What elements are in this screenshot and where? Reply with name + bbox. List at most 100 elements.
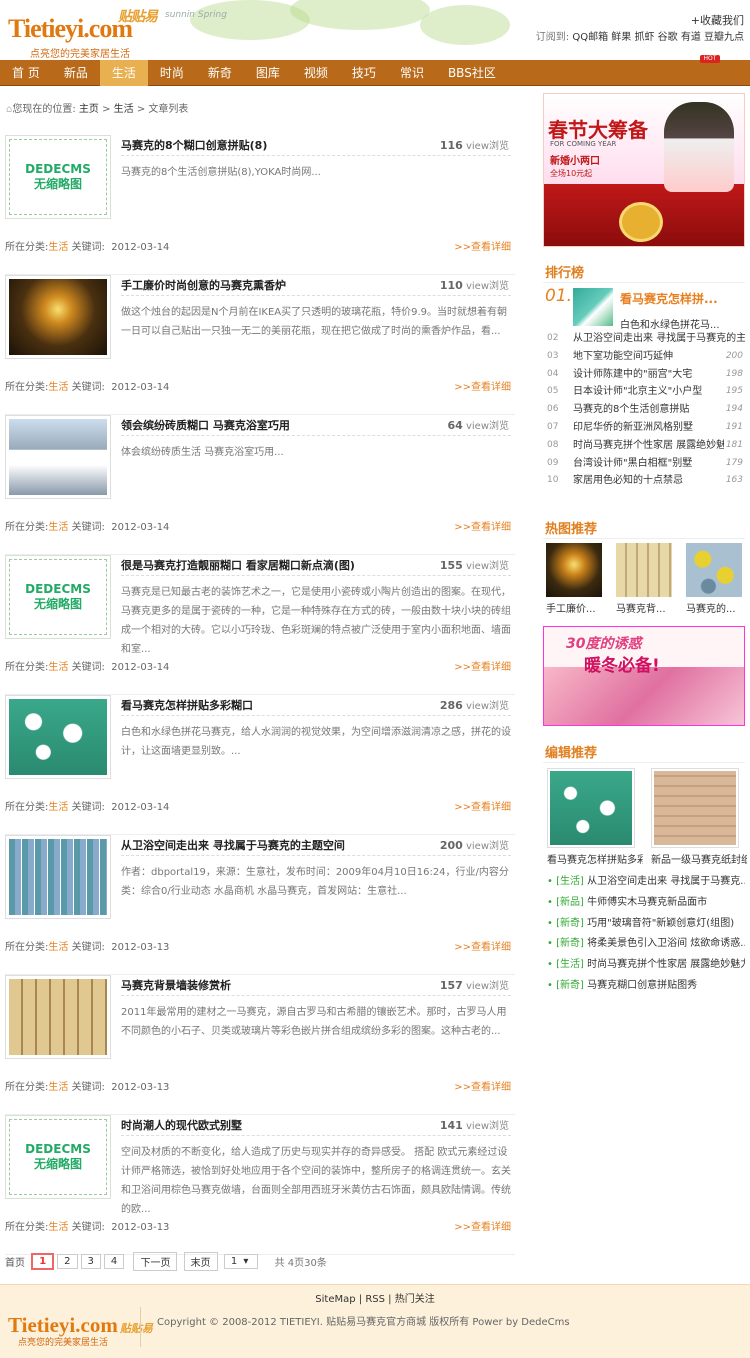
winter-banner[interactable]: 30度的诱惑 暖冬必备! [543, 626, 745, 726]
nav-item[interactable]: 新奇 [196, 60, 244, 86]
rank-title[interactable]: 家居用色必知的十点禁忌 [573, 472, 745, 490]
article-title[interactable]: 看马赛克怎样拼贴多彩糊口 [121, 697, 253, 713]
hot-pic-wall[interactable] [616, 543, 672, 597]
rank-title[interactable]: 印尼华侨的新亚洲风格别墅 [573, 419, 745, 437]
ranking-item[interactable]: 05 日本设计师"北京主义"小户型 195 [545, 383, 745, 402]
read-more-link[interactable]: >>查看详细 [454, 1218, 511, 1233]
editor-list-tag[interactable]: [新品] [556, 897, 584, 908]
favorite-link[interactable]: +收藏我们 [691, 12, 744, 28]
article-category[interactable]: 生活 [48, 382, 68, 393]
editor-list-item[interactable]: • [生活] 时尚马赛克拼个性家居 展露绝妙魅力 [547, 955, 745, 976]
ranking-item[interactable]: 02 从卫浴空间走出来 寻找属于马赛克的主题 [545, 330, 745, 348]
hot-pic-item[interactable]: 手工廉价... [546, 543, 604, 615]
pager-page[interactable]: 3 [80, 1254, 101, 1269]
editor-list-tag[interactable]: [生活] [556, 876, 584, 887]
read-more-link[interactable]: >>查看详细 [454, 518, 511, 533]
editor-pick-caption[interactable]: 新品一级马赛克纸封纸 [651, 851, 747, 866]
rank-title[interactable]: 马赛克的8个生活创意拼贴 [573, 401, 745, 419]
article-title[interactable]: 马赛克的8个糊口创意拼贴(8) [121, 137, 267, 153]
rank-top-thumb[interactable] [573, 288, 613, 326]
nav-item[interactable]: BBS社区 [436, 60, 508, 86]
editor-pick-thumb[interactable] [547, 768, 635, 848]
article-category[interactable]: 生活 [48, 522, 68, 533]
editor-pick-caption[interactable]: 看马赛克怎样拼贴多彩 [547, 851, 643, 866]
editor-list-title[interactable]: 马赛克糊口创意拼贴图秀 [587, 980, 697, 991]
pager-next[interactable]: 下一页 [133, 1252, 178, 1271]
article-category[interactable]: 生活 [48, 662, 68, 673]
editor-list-item[interactable]: • [新奇] 将柔美景色引入卫浴间 炫欲命诱惑... [547, 934, 745, 955]
article-title[interactable]: 从卫浴空间走出来 寻找属于马赛克的主题空间 [121, 837, 345, 853]
nav-item[interactable]: 视频 [292, 60, 340, 86]
editor-pick-thumb[interactable] [651, 768, 739, 848]
site-logo[interactable]: Tietieyi.com 贴贴易 [8, 10, 158, 44]
rank-title[interactable]: 时尚马赛克拼个性家居 展露绝妙魅力 [573, 437, 745, 455]
editor-pick-item[interactable]: 新品一级马赛克纸封纸 [651, 768, 747, 866]
editor-list-item[interactable]: • [生活] 从卫浴空间走出来 寻找属于马赛克... [547, 872, 745, 893]
editor-list-tag[interactable]: [生活] [556, 959, 584, 970]
rank-title[interactable]: 台湾设计师"黑白相框"别墅 [573, 455, 745, 473]
read-more-link[interactable]: >>查看详细 [454, 938, 511, 953]
article-category[interactable]: 生活 [48, 242, 68, 253]
editor-list-title[interactable]: 将柔美景色引入卫浴间 炫欲命诱惑... [587, 938, 745, 949]
article-thumb[interactable] [5, 695, 111, 779]
rank-title[interactable]: 地下室功能空间巧延伸 [573, 348, 745, 366]
ranking-item[interactable]: 04 设计师陈建中的"丽宫"大宅 198 [545, 365, 745, 384]
hot-pic-caption[interactable]: 马赛克的... [686, 600, 744, 615]
rank-title[interactable]: 从卫浴空间走出来 寻找属于马赛克的主题 [573, 330, 745, 348]
ranking-item[interactable]: 07 印尼华侨的新亚洲风格别墅 191 [545, 418, 745, 437]
pager-first[interactable]: 首页 [5, 1254, 25, 1269]
rank-title[interactable]: 日本设计师"北京主义"小户型 [573, 383, 745, 401]
nav-item[interactable]: 生活 [99, 60, 148, 86]
spring-festival-banner[interactable]: 春节大筹备 FOR COMING YEAR 新婚小两口 全场10元起 [543, 93, 745, 247]
nav-item[interactable]: 图库 [244, 60, 292, 86]
breadcrumb-home[interactable]: 主页 [79, 104, 99, 115]
article-thumb[interactable] [5, 415, 111, 499]
ranking-item[interactable]: 09 台湾设计师"黑白相框"别墅 179 [545, 454, 745, 473]
editor-list-title[interactable]: 时尚马赛克拼个性家居 展露绝妙魅力 [587, 959, 745, 970]
hot-pic-caption[interactable]: 手工廉价... [546, 600, 604, 615]
read-more-link[interactable]: >>查看详细 [454, 378, 511, 393]
article-category[interactable]: 生活 [48, 802, 68, 813]
editor-list-title[interactable]: 牛师傅实木马赛克新品面市 [587, 897, 707, 908]
rank-top-title[interactable]: 看马赛克怎样拼... [620, 290, 718, 307]
article-title[interactable]: 手工廉价时尚创意的马赛克熏香炉 [121, 277, 286, 293]
read-more-link[interactable]: >>查看详细 [454, 1078, 511, 1093]
nav-item[interactable]: 技巧 [340, 60, 388, 86]
article-title[interactable]: 领会缤纷砖质糊口 马赛克浴室巧用 [121, 417, 290, 433]
pager-last[interactable]: 末页 [183, 1252, 218, 1271]
breadcrumb-section[interactable]: 生活 [114, 104, 134, 115]
hot-pic-item[interactable]: 马赛克背... [616, 543, 674, 615]
pager-select[interactable]: 1 ▾ [223, 1253, 259, 1270]
subscribe-links[interactable]: QQ邮箱 鲜果 抓虾 谷歌 有道 豆瓣九点 [572, 32, 744, 43]
read-more-link[interactable]: >>查看详细 [454, 238, 511, 253]
nav-item[interactable]: 时尚 [148, 60, 196, 86]
editor-list-tag[interactable]: [新奇] [556, 980, 584, 991]
read-more-link[interactable]: >>查看详细 [454, 798, 511, 813]
footer-links[interactable]: SiteMap | RSS | 热门关注 [0, 1290, 750, 1305]
article-category[interactable]: 生活 [48, 1222, 68, 1233]
ranking-item[interactable]: 08 时尚马赛克拼个性家居 展露绝妙魅力 181 [545, 436, 745, 455]
editor-list-item[interactable]: • [新品] 牛师傅实木马赛克新品面市 [547, 893, 745, 914]
article-title[interactable]: 时尚潮人的现代欧式别墅 [121, 1117, 242, 1133]
hot-pic-candle[interactable] [546, 543, 602, 597]
ranking-item[interactable]: 06 马赛克的8个生活创意拼贴 194 [545, 401, 745, 419]
editor-list-tag[interactable]: [新奇] [556, 938, 584, 949]
editor-list-tag[interactable]: [新奇] [556, 918, 584, 929]
editor-list-item[interactable]: • [新奇] 巧用"玻璃音符"新颖创意灯(组图) [547, 914, 745, 935]
pager-page[interactable]: 1 [31, 1253, 55, 1270]
article-category[interactable]: 生活 [48, 942, 68, 953]
article-thumb[interactable]: DEDECMS 无缩略图 [5, 555, 111, 639]
hot-pic-item[interactable]: 马赛克的... [686, 543, 744, 615]
editor-list-item[interactable]: • [新奇] 马赛克糊口创意拼贴图秀 [547, 976, 745, 997]
article-thumb[interactable] [5, 275, 111, 359]
ranking-item[interactable]: 03 地下室功能空间巧延伸 200 [545, 347, 745, 366]
hot-pic-caption[interactable]: 马赛克背... [616, 600, 674, 615]
ranking-item[interactable]: 10 家居用色必知的十点禁忌 163 [545, 472, 745, 491]
article-category[interactable]: 生活 [48, 1082, 68, 1093]
article-thumb[interactable] [5, 835, 111, 919]
rank-title[interactable]: 设计师陈建中的"丽宫"大宅 [573, 366, 745, 384]
article-title[interactable]: 很是马赛克打造靓丽糊口 看家居糊口新点滴(图) [121, 557, 355, 573]
article-thumb[interactable] [5, 975, 111, 1059]
nav-item[interactable]: 新品 [52, 60, 100, 86]
editor-list-title[interactable]: 从卫浴空间走出来 寻找属于马赛克... [587, 876, 745, 887]
